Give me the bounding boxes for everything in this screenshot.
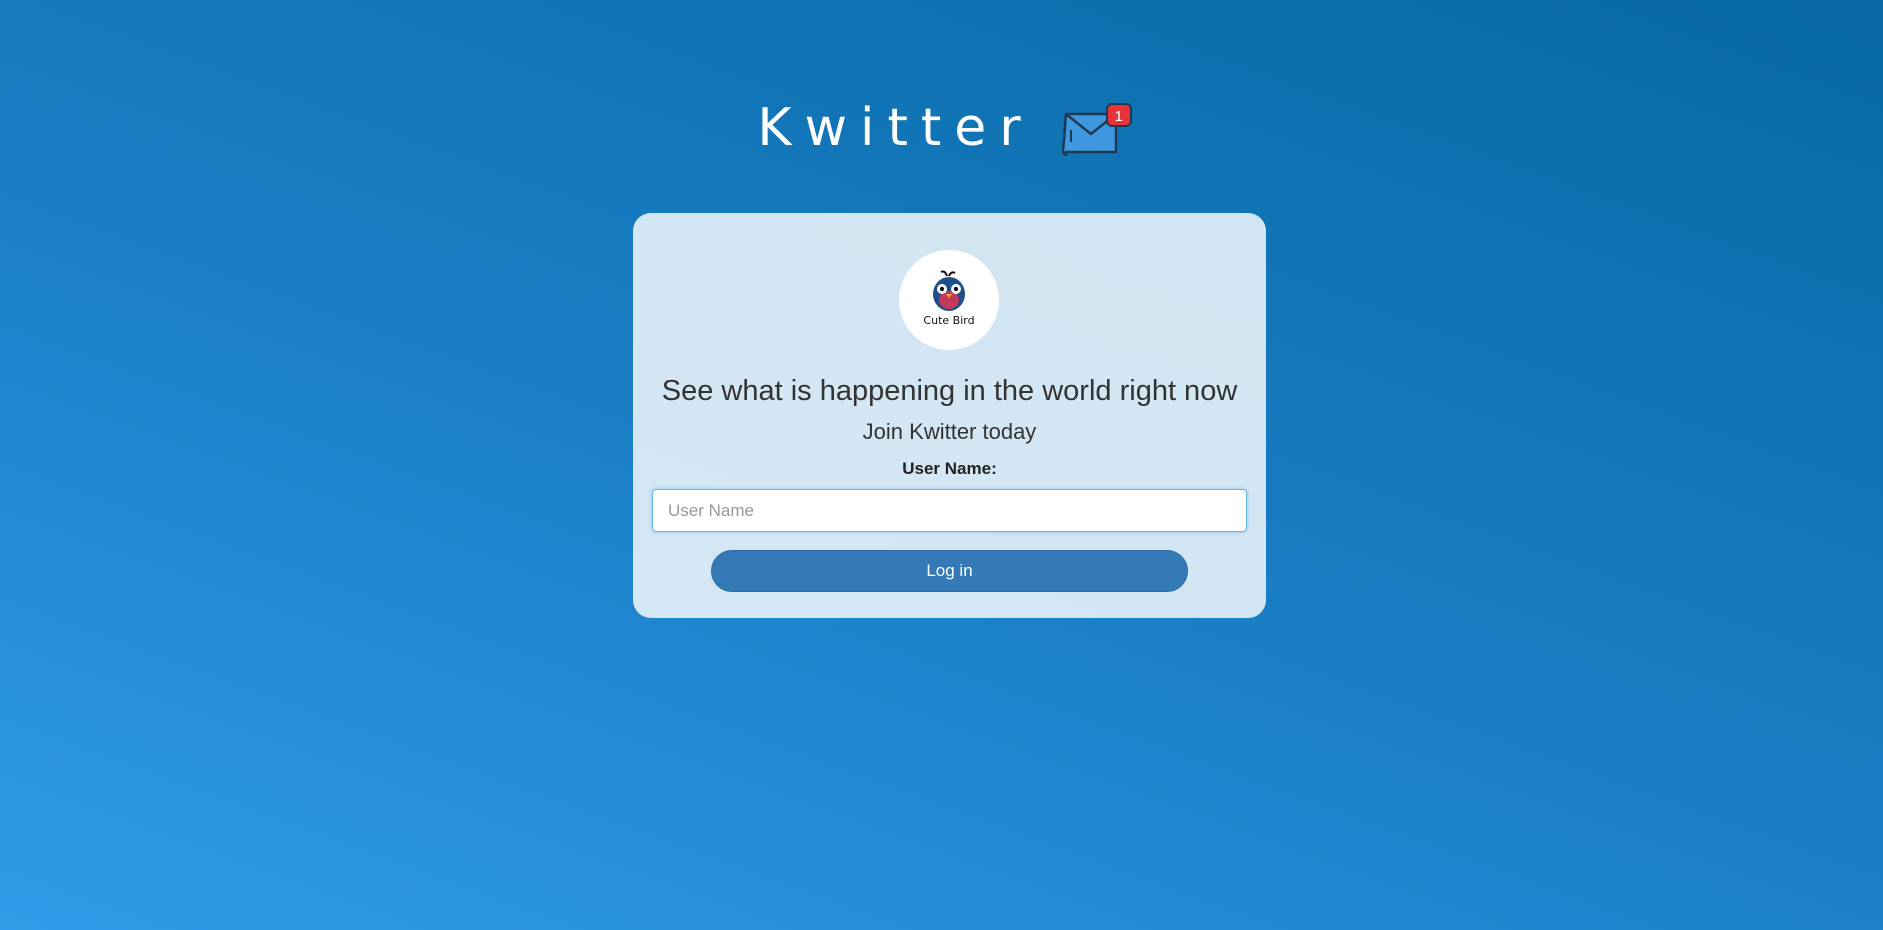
bird-avatar: Cute Bird [899,250,999,350]
site-header: Kwitter 1 [0,100,1883,180]
subheadline: Join Kwitter today [862,419,1037,444]
cute-bird-logo [933,270,965,311]
unread-count-badge: 1 [1105,103,1132,127]
username-input[interactable] [652,489,1247,532]
headline: See what is happening in the world right… [661,375,1238,407]
username-label: User Name: [902,459,997,478]
avatar-caption: Cute Bird [923,314,975,327]
login-button[interactable]: Log in [711,550,1188,592]
notification-mail[interactable]: 1 [1061,100,1132,162]
login-card: Cute Bird See what is happening in the w… [633,213,1266,618]
brand: Kwitter 1 [757,98,1132,162]
app-title: Kwitter [757,98,1034,158]
